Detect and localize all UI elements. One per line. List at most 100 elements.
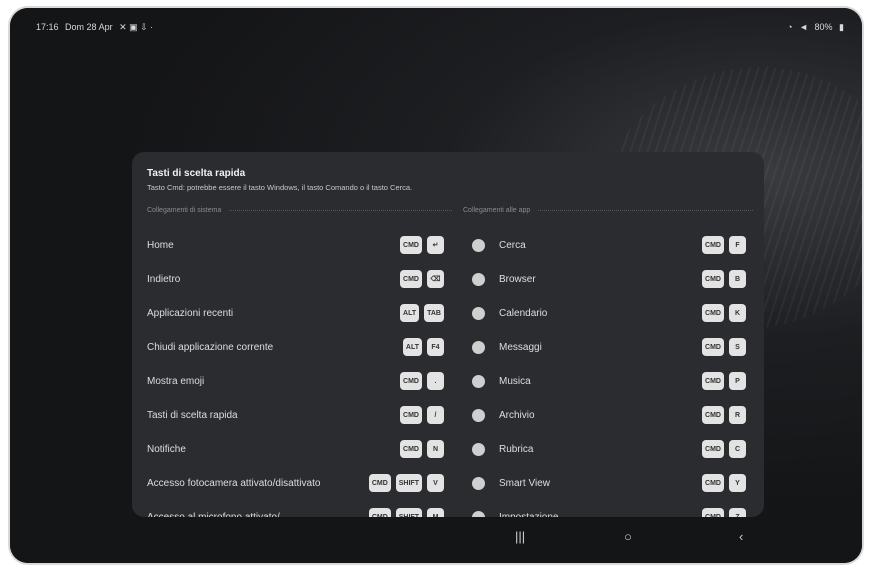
shortcut-row: Calendario CMD K: [472, 296, 746, 330]
key-combo: CMD R: [702, 406, 746, 424]
key-combo: CMD F: [702, 236, 746, 254]
keycap: S: [729, 338, 746, 356]
shortcut-row: Tasti di scelta rapida CMD /: [147, 398, 444, 432]
shortcut-label: Calendario: [499, 307, 548, 319]
keycap: /: [427, 406, 444, 424]
key-combo: ALT F4: [402, 338, 444, 356]
shortcut-row: Cerca CMD F: [472, 228, 746, 262]
keycap: R: [729, 406, 746, 424]
keycap: CMD: [400, 372, 422, 390]
key-combo: CMD P: [702, 372, 746, 390]
status-bar: 17:16 Dom 28 Apr ✕ ▣ ⇩ · ◔ ◄ 80% ▮: [36, 22, 848, 36]
keycap: Z: [729, 508, 746, 517]
tablet-screen: 17:16 Dom 28 Apr ✕ ▣ ⇩ · ◔ ◄ 80% ▮ Tasti…: [10, 8, 862, 563]
keycap: .: [427, 372, 444, 390]
shortcut-row: Browser CMD B: [472, 262, 746, 296]
browser-icon: [472, 272, 485, 286]
calendar-icon: [472, 306, 485, 320]
search-icon: [472, 238, 485, 252]
keycap: SHIFT: [395, 508, 422, 517]
shortcut-label: Applicazioni recenti: [147, 307, 234, 319]
shortcut-row: Accesso fotocamera attivato/disattivato C…: [147, 466, 444, 500]
shortcut-row: Smart View CMD Y: [472, 466, 746, 500]
key-combo: CMD ⌫: [400, 270, 444, 288]
keycap: F4: [427, 338, 444, 356]
keycap: CMD: [400, 270, 422, 288]
keycap: CMD: [400, 406, 422, 424]
recents-button[interactable]: |||: [515, 529, 525, 544]
key-combo: CMD SHIFT M: [368, 508, 444, 517]
shortcut-label: Impostazione: [499, 511, 559, 518]
status-date: Dom 28 Apr: [65, 22, 113, 32]
keycap: B: [729, 270, 746, 288]
keycap: CMD: [702, 508, 724, 517]
notification-icons: ✕ ▣ ⇩ ·: [119, 22, 154, 32]
mute-icon: ◄: [799, 22, 808, 32]
keycap: P: [729, 372, 746, 390]
shortcut-label: Accesso al microfono attivato/: [147, 511, 280, 518]
key-combo: CMD S: [702, 338, 746, 356]
shortcut-row: Notifiche CMD N: [147, 432, 444, 466]
shortcut-label: Musica: [499, 375, 531, 387]
shortcut-row: Indietro CMD ⌫: [147, 262, 444, 296]
shortcut-label: Chiudi applicazione corrente: [147, 341, 274, 353]
shortcut-label: Smart View: [499, 477, 550, 489]
keycap: CMD: [368, 474, 391, 492]
keycap: V: [427, 474, 444, 492]
shortcut-row: Chiudi applicazione corrente ALT F4: [147, 330, 444, 364]
shortcut-label: Cerca: [499, 239, 526, 251]
music-icon: [472, 374, 485, 388]
shortcut-label: Browser: [499, 273, 536, 285]
keycap: N: [427, 440, 444, 458]
back-button[interactable]: ‹: [739, 529, 743, 544]
keycap: K: [729, 304, 746, 322]
shortcut-label: Indietro: [147, 273, 181, 285]
shortcut-row: Accesso al microfono attivato/CMD SHIFT M: [147, 500, 444, 517]
key-combo: CMD N: [400, 440, 444, 458]
panel-subtitle: Tasto Cmd: potrebbe essere il tasto Wind…: [147, 183, 413, 192]
contacts-icon: [472, 442, 485, 456]
key-combo: CMD.: [400, 372, 444, 390]
apps-section-label: Collegamenti alle app: [463, 207, 531, 214]
keycap: CMD: [702, 304, 724, 322]
smart-view-icon: [472, 476, 485, 490]
shortcut-label: Messaggi: [499, 341, 542, 353]
keycap: CMD: [368, 508, 391, 517]
keycap: CMD: [702, 270, 724, 288]
keycap: CMD: [702, 338, 724, 356]
home-button[interactable]: ○: [624, 529, 632, 544]
key-combo: CMD B: [702, 270, 746, 288]
shortcut-row: Applicazioni recenti ALT TAB: [147, 296, 444, 330]
keycap: Y: [729, 474, 746, 492]
keycap: M: [427, 508, 444, 517]
shortcut-label: Accesso fotocamera attivato/disattivato: [147, 477, 321, 489]
settings-icon: [472, 510, 485, 517]
key-combo: CMD Y: [702, 474, 746, 492]
key-combo: CMD /: [400, 406, 444, 424]
keycap: CMD: [702, 236, 724, 254]
keycap: CMD: [702, 406, 724, 424]
shortcut-row: Mostra emoji CMD.: [147, 364, 444, 398]
shortcut-row: Rubrica CMD C: [472, 432, 746, 466]
keycap: SHIFT: [395, 474, 422, 492]
keycap: F: [729, 236, 746, 254]
battery-icon: ▮: [839, 22, 844, 32]
panel-title: Tasti di scelta rapida: [147, 168, 246, 179]
shortcut-label: Notifiche: [147, 443, 186, 455]
navigation-bar: ||| ○ ‹: [10, 525, 862, 553]
system-section-header: Collegamenti di sistema: [147, 207, 452, 214]
shortcut-row: Impostazione CMD Z: [472, 500, 746, 517]
key-combo: CMD SHIFT V: [368, 474, 444, 492]
keycap: ⌫: [427, 270, 444, 288]
status-time: 17:16: [36, 22, 59, 32]
keycap: CMD: [400, 440, 422, 458]
battery-level: 80%: [814, 22, 833, 32]
shortcut-row: Home CMD ↵: [147, 228, 444, 262]
shortcut-label: Mostra emoji: [147, 375, 205, 387]
key-combo: CMD Z: [702, 508, 746, 517]
shortcut-label: Rubrica: [499, 443, 534, 455]
folder-icon: [472, 408, 485, 422]
keycap: ALT: [400, 304, 420, 322]
key-combo: CMD ↵: [400, 236, 444, 254]
keycap: CMD: [702, 372, 724, 390]
